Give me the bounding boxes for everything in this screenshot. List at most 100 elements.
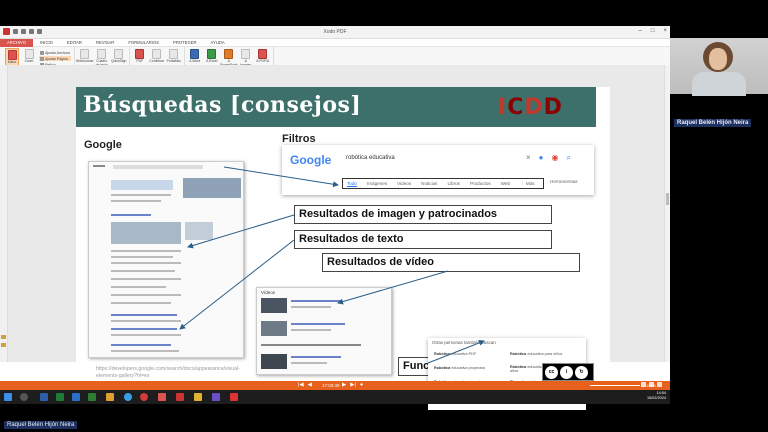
google-search-box-screenshot: Google robótica educativa × ● ◉ ⌕ Todo I… [282, 145, 594, 195]
attachment-icon[interactable] [1, 343, 6, 347]
play-icon[interactable]: ▶ [342, 382, 346, 388]
menu-inicio[interactable]: INICIO [33, 39, 60, 47]
cursor-icon [80, 49, 90, 59]
minimize-button[interactable]: – [639, 28, 642, 34]
presenter-body [692, 72, 746, 96]
related-item: Robótica educativa PDF [434, 352, 477, 356]
by-icon: i [560, 365, 573, 379]
pen-icon [114, 49, 124, 59]
menu-editar[interactable]: EDITAR [60, 39, 89, 47]
creative-commons-badge: cc i ↻ [542, 363, 594, 381]
close-button[interactable]: × [663, 28, 667, 34]
related-item: Robótica educativa para niños [510, 352, 563, 356]
icdd-logo: ICDD [498, 95, 563, 120]
stop-icon[interactable]: ● [360, 382, 363, 388]
powerpoint-icon [224, 49, 234, 59]
menu-formularios[interactable]: FORMULARIOS [121, 39, 166, 47]
source-url: https://developers.google.com/search/doc… [96, 366, 240, 379]
pdfa-icon [258, 49, 268, 59]
mail-taskbar-icon[interactable] [72, 393, 80, 401]
fit-page-button[interactable]: Ajustar Página [39, 56, 71, 61]
pdf-taskbar-icon[interactable] [158, 393, 166, 401]
menu-archivo[interactable]: ARCHIVO [0, 38, 34, 47]
hand-icon [7, 50, 17, 60]
portfolio-icon [169, 49, 179, 59]
explorer-taskbar-icon[interactable] [106, 393, 114, 401]
playback-time: 17:03:49 [322, 382, 340, 388]
filter-tab: Videos [397, 181, 412, 186]
slide-title: Búsquedas [consejos] [83, 92, 362, 118]
recording-player-bar: |◀ ◀ 17:03:49 ▶ ▶| ● 114% [0, 381, 670, 390]
slide-banner: Búsquedas [consejos] ICDD [76, 87, 596, 127]
clear-icon: × [526, 153, 531, 162]
playback-controls: |◀ ◀ [298, 382, 312, 388]
search-filter-tabs: Todo Imágenes Videos Noticias Libros Pro… [342, 178, 544, 189]
menu-bar: ARCHIVO INICIO EDITAR REVISAR FORMULARIO… [0, 38, 670, 47]
presenter-face [709, 48, 727, 70]
excel-taskbar-icon[interactable] [56, 393, 64, 401]
related-item: Robótica educativa proyectos [434, 366, 486, 370]
fit-width-button[interactable]: Ajustar Anchura [39, 50, 71, 55]
menu-proteger[interactable]: PROTEGER [166, 39, 204, 47]
system-clock: 14:54 15/02/2024 [646, 391, 666, 400]
zoom-icon [24, 49, 34, 59]
playback-controls-right: ▶ ▶| ● [342, 382, 363, 388]
bookmark-icon[interactable] [1, 335, 6, 339]
window-title: Xodo PDF [323, 29, 347, 35]
search-icon: ⌕ [566, 153, 571, 162]
textbox-icon [97, 49, 107, 59]
excel2-taskbar-icon[interactable] [88, 393, 96, 401]
title-bar: Xodo PDF – □ × [0, 26, 670, 39]
image-icon [241, 49, 251, 59]
next-page-icon[interactable]: ▶| [350, 382, 356, 388]
search-tools: Herramientas [550, 179, 578, 184]
app-taskbar-icon[interactable] [176, 393, 184, 401]
browser-taskbar-icon[interactable] [124, 393, 132, 401]
window-controls: – □ × [639, 28, 667, 34]
videos-label: Vídeos [261, 290, 276, 295]
prev-page-icon[interactable]: ◀ [308, 382, 312, 388]
side-panel-strip [0, 65, 8, 362]
participant-name-tag: Raquel Belén Hijón Neira [4, 421, 78, 429]
zoom-level: 114% [646, 382, 656, 388]
combine-icon [152, 49, 162, 59]
fit-width-icon [40, 50, 44, 55]
lens-icon: ◉ [551, 153, 559, 162]
filter-tab: Productos [469, 181, 491, 186]
word-icon [190, 49, 200, 59]
filter-tab: Web [500, 181, 511, 186]
recorder-taskbar-icon[interactable] [230, 393, 238, 401]
teams-taskbar-icon[interactable] [212, 393, 220, 401]
filter-tab: Noticias [421, 181, 438, 186]
excel-icon [207, 49, 217, 59]
mic-icon: ● [538, 153, 544, 162]
sa-icon: ↻ [575, 365, 588, 379]
zoom-slider[interactable] [590, 385, 640, 386]
callout-video: Resultados de vídeo [322, 253, 580, 272]
video-results-screenshot: Vídeos [256, 287, 392, 375]
chrome-taskbar-icon[interactable] [140, 393, 148, 401]
filter-tab: ⋮ Más [520, 181, 535, 186]
cc-icon: cc [545, 365, 558, 379]
webcam-feed [670, 38, 768, 96]
start-icon[interactable] [4, 393, 12, 401]
menu-revisar[interactable]: REVISAR [89, 39, 121, 47]
taskbar: 14:54 15/02/2024 [0, 390, 670, 404]
callout-texto: Resultados de texto [294, 230, 552, 249]
filter-tab: Imágenes [366, 181, 388, 186]
folder-taskbar-icon[interactable] [194, 393, 202, 401]
menu-ayuda[interactable]: AYUDA [204, 39, 232, 47]
vertical-scrollbar[interactable] [664, 65, 670, 362]
scroll-thumb[interactable] [666, 193, 669, 205]
slide-page: Búsquedas [consejos] ICDD Google Filtros [76, 87, 610, 410]
search-taskbar-icon[interactable] [20, 393, 28, 401]
presenter-name-tag: Raquel Belén Hijón Neira [674, 119, 752, 127]
filter-tab: Todo [347, 181, 357, 186]
continuous-icon[interactable] [657, 382, 662, 387]
word-taskbar-icon[interactable] [40, 393, 48, 401]
callout-imagen: Resultados de imagen y patrocinados [294, 205, 552, 224]
document-viewport[interactable]: Búsquedas [consejos] ICDD Google Filtros [0, 65, 670, 410]
google-logo: Google [290, 153, 332, 167]
maximize-button[interactable]: □ [651, 28, 655, 34]
first-page-icon[interactable]: |◀ [298, 382, 304, 388]
